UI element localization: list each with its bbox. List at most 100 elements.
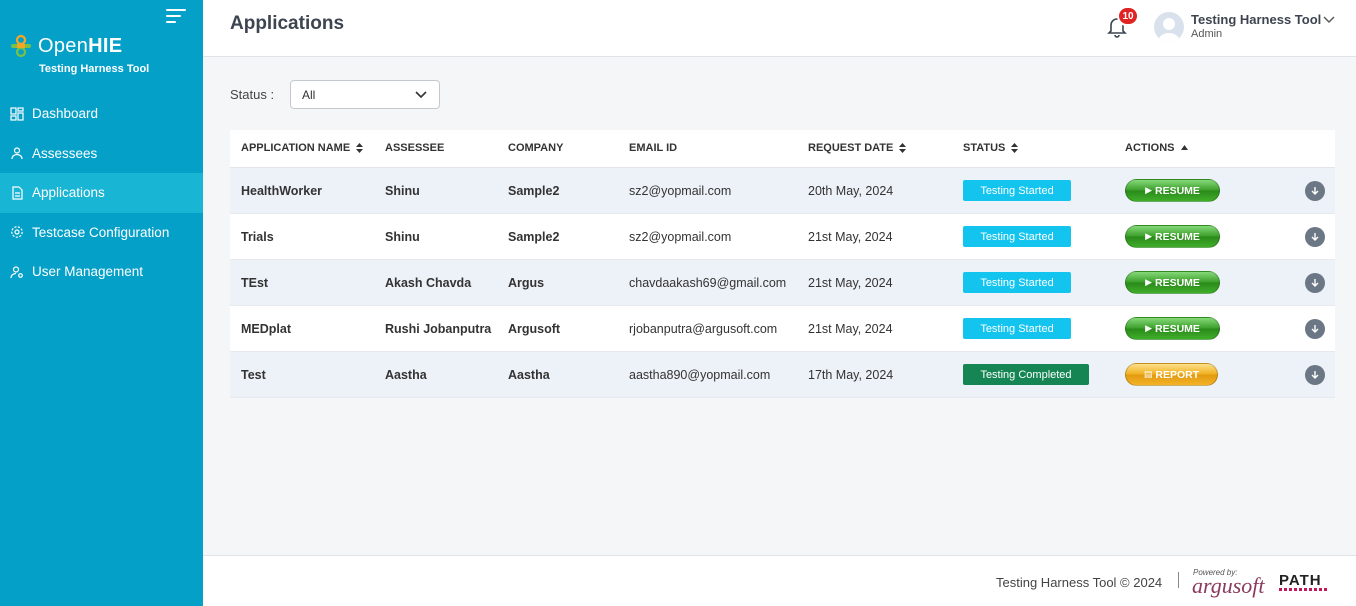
play-icon: ▶ <box>1145 277 1152 287</box>
argusoft-logo: argusoft <box>1192 573 1265 598</box>
column-header-label: STATUS <box>963 142 1006 154</box>
play-icon: ▶ <box>1145 323 1152 333</box>
table-row: Trials Shinu Sample2 sz2@yopmail.com 21s… <box>230 214 1335 260</box>
footer-divider <box>1178 572 1179 588</box>
resume-button-label: RESUME <box>1154 184 1200 197</box>
cell-company: Aastha <box>508 368 550 382</box>
download-icon[interactable] <box>1305 365 1325 385</box>
cell-email: aastha890@yopmail.com <box>629 368 771 382</box>
chevron-down-icon <box>415 91 427 99</box>
status-badge: Testing Started <box>963 272 1071 293</box>
download-icon[interactable] <box>1305 273 1325 293</box>
avatar[interactable] <box>1154 12 1184 42</box>
cell-application-name: HealthWorker <box>241 184 323 198</box>
user-settings-icon <box>10 265 24 279</box>
download-icon[interactable] <box>1305 227 1325 247</box>
cell-application-name: Trials <box>241 230 274 244</box>
status-badge: Testing Started <box>963 226 1071 247</box>
column-header-label: EMAIL ID <box>629 142 678 154</box>
user-role: Admin <box>1191 28 1223 40</box>
column-header-email: EMAIL ID <box>629 142 677 154</box>
cell-request-date: 17th May, 2024 <box>808 368 894 382</box>
cell-assessee: Aastha <box>385 368 427 382</box>
cell-request-date: 21st May, 2024 <box>808 276 893 290</box>
footer: Testing Harness Tool © 2024 Powered by: … <box>203 555 1356 606</box>
applications-table: APPLICATION NAME ASSESSEE COMPANY EMAIL … <box>230 130 1335 398</box>
sidebar-item-label: Applications <box>32 185 105 201</box>
resume-button-label: RESUME <box>1154 230 1200 243</box>
avatar-person-icon <box>1158 18 1180 42</box>
sidebar-item-dashboard[interactable]: Dashboard <box>0 94 203 134</box>
status-badge: Testing Completed <box>963 364 1089 385</box>
column-header-label: APPLICATION NAME <box>241 142 351 154</box>
resume-button[interactable]: ▶ RESUME <box>1125 225 1220 248</box>
table-row: MEDplat Rushi Jobanputra Argusoft rjoban… <box>230 306 1335 352</box>
status-filter-select[interactable]: All <box>290 80 440 109</box>
column-header-actions[interactable]: ACTIONS <box>1125 142 1188 154</box>
sort-icon <box>356 143 364 153</box>
column-header-label: ASSESSEE <box>385 142 445 154</box>
gear-icon <box>10 225 24 239</box>
play-icon: ▶ <box>1145 185 1152 195</box>
sort-ascending-icon <box>1180 145 1188 150</box>
cell-email: rjobanputra@argusoft.com <box>629 322 778 336</box>
sidebar: OpenHIE Testing Harness Tool Dashboard A… <box>0 0 203 606</box>
sort-icon <box>899 143 907 153</box>
footer-copyright: Testing Harness Tool © 2024 <box>996 575 1163 590</box>
status-filter-label: Status : <box>230 87 275 102</box>
cell-company: Sample2 <box>508 230 560 244</box>
path-logo: PATH <box>1279 572 1322 589</box>
menu-toggle-icon[interactable] <box>166 9 186 25</box>
column-header-status[interactable]: STATUS <box>963 142 1019 154</box>
column-header-label: COMPANY <box>508 142 564 154</box>
cell-email: sz2@yopmail.com <box>629 184 732 198</box>
table-row: Test Aastha Aastha aastha890@yopmail.com… <box>230 352 1335 398</box>
chevron-down-icon[interactable] <box>1323 14 1335 24</box>
sidebar-item-label: Dashboard <box>32 106 99 122</box>
resume-button-label: RESUME <box>1154 276 1200 289</box>
cell-company: Argus <box>508 276 545 290</box>
table-row: TEst Akash Chavda Argus chavdaakash69@gm… <box>230 260 1335 306</box>
status-badge: Testing Started <box>963 180 1071 201</box>
column-header-label: ACTIONS <box>1125 142 1175 154</box>
sidebar-item-assessees[interactable]: Assessees <box>0 134 203 174</box>
column-header-application-name[interactable]: APPLICATION NAME <box>241 142 364 154</box>
openhie-logo-mark-icon <box>11 34 31 58</box>
logo-subtitle: Testing Harness Tool <box>39 63 150 75</box>
status-filter-value: All <box>302 88 316 102</box>
cell-assessee: Shinu <box>385 230 420 244</box>
download-icon[interactable] <box>1305 319 1325 339</box>
column-header-assessee: ASSESSEE <box>385 142 444 154</box>
status-badge: Testing Started <box>963 318 1071 339</box>
resume-button[interactable]: ▶ RESUME <box>1125 179 1220 202</box>
sidebar-item-testcase-configuration[interactable]: Testcase Configuration <box>0 213 203 253</box>
column-header-request-date[interactable]: REQUEST DATE <box>808 142 907 154</box>
sidebar-nav: Dashboard Assessees Applications Testcas… <box>0 94 203 292</box>
cell-request-date: 20th May, 2024 <box>808 184 894 198</box>
user-name[interactable]: Testing Harness Tool <box>1191 12 1321 27</box>
download-icon[interactable] <box>1305 181 1325 201</box>
cell-application-name: MEDplat <box>241 322 291 336</box>
cell-request-date: 21st May, 2024 <box>808 230 893 244</box>
sidebar-item-user-management[interactable]: User Management <box>0 252 203 292</box>
logo-wordmark: OpenHIE <box>38 35 123 57</box>
column-header-company: COMPANY <box>508 142 563 154</box>
cell-email: sz2@yopmail.com <box>629 230 732 244</box>
cell-request-date: 21st May, 2024 <box>808 322 893 336</box>
report-button-label: REPORT <box>1155 368 1200 381</box>
cell-application-name: Test <box>241 368 266 382</box>
resume-button[interactable]: ▶ RESUME <box>1125 317 1220 340</box>
sidebar-item-label: Assessees <box>32 145 98 161</box>
sidebar-item-applications[interactable]: Applications <box>0 173 203 213</box>
sidebar-item-label: User Management <box>32 264 144 280</box>
table-body: HealthWorker Shinu Sample2 sz2@yopmail.c… <box>230 168 1335 398</box>
notification-badge[interactable]: 10 <box>1117 6 1139 26</box>
play-icon: ▶ <box>1145 231 1152 241</box>
cell-email: chavdaakash69@gmail.com <box>629 276 787 290</box>
document-icon <box>10 186 24 200</box>
openhie-logo: OpenHIE Testing Harness Tool <box>10 34 190 78</box>
report-button[interactable]: ▤ REPORT <box>1125 363 1218 386</box>
resume-button[interactable]: ▶ RESUME <box>1125 271 1220 294</box>
cell-company: Sample2 <box>508 184 560 198</box>
top-header: Applications 10 Testing Harness Tool Adm… <box>203 0 1356 57</box>
